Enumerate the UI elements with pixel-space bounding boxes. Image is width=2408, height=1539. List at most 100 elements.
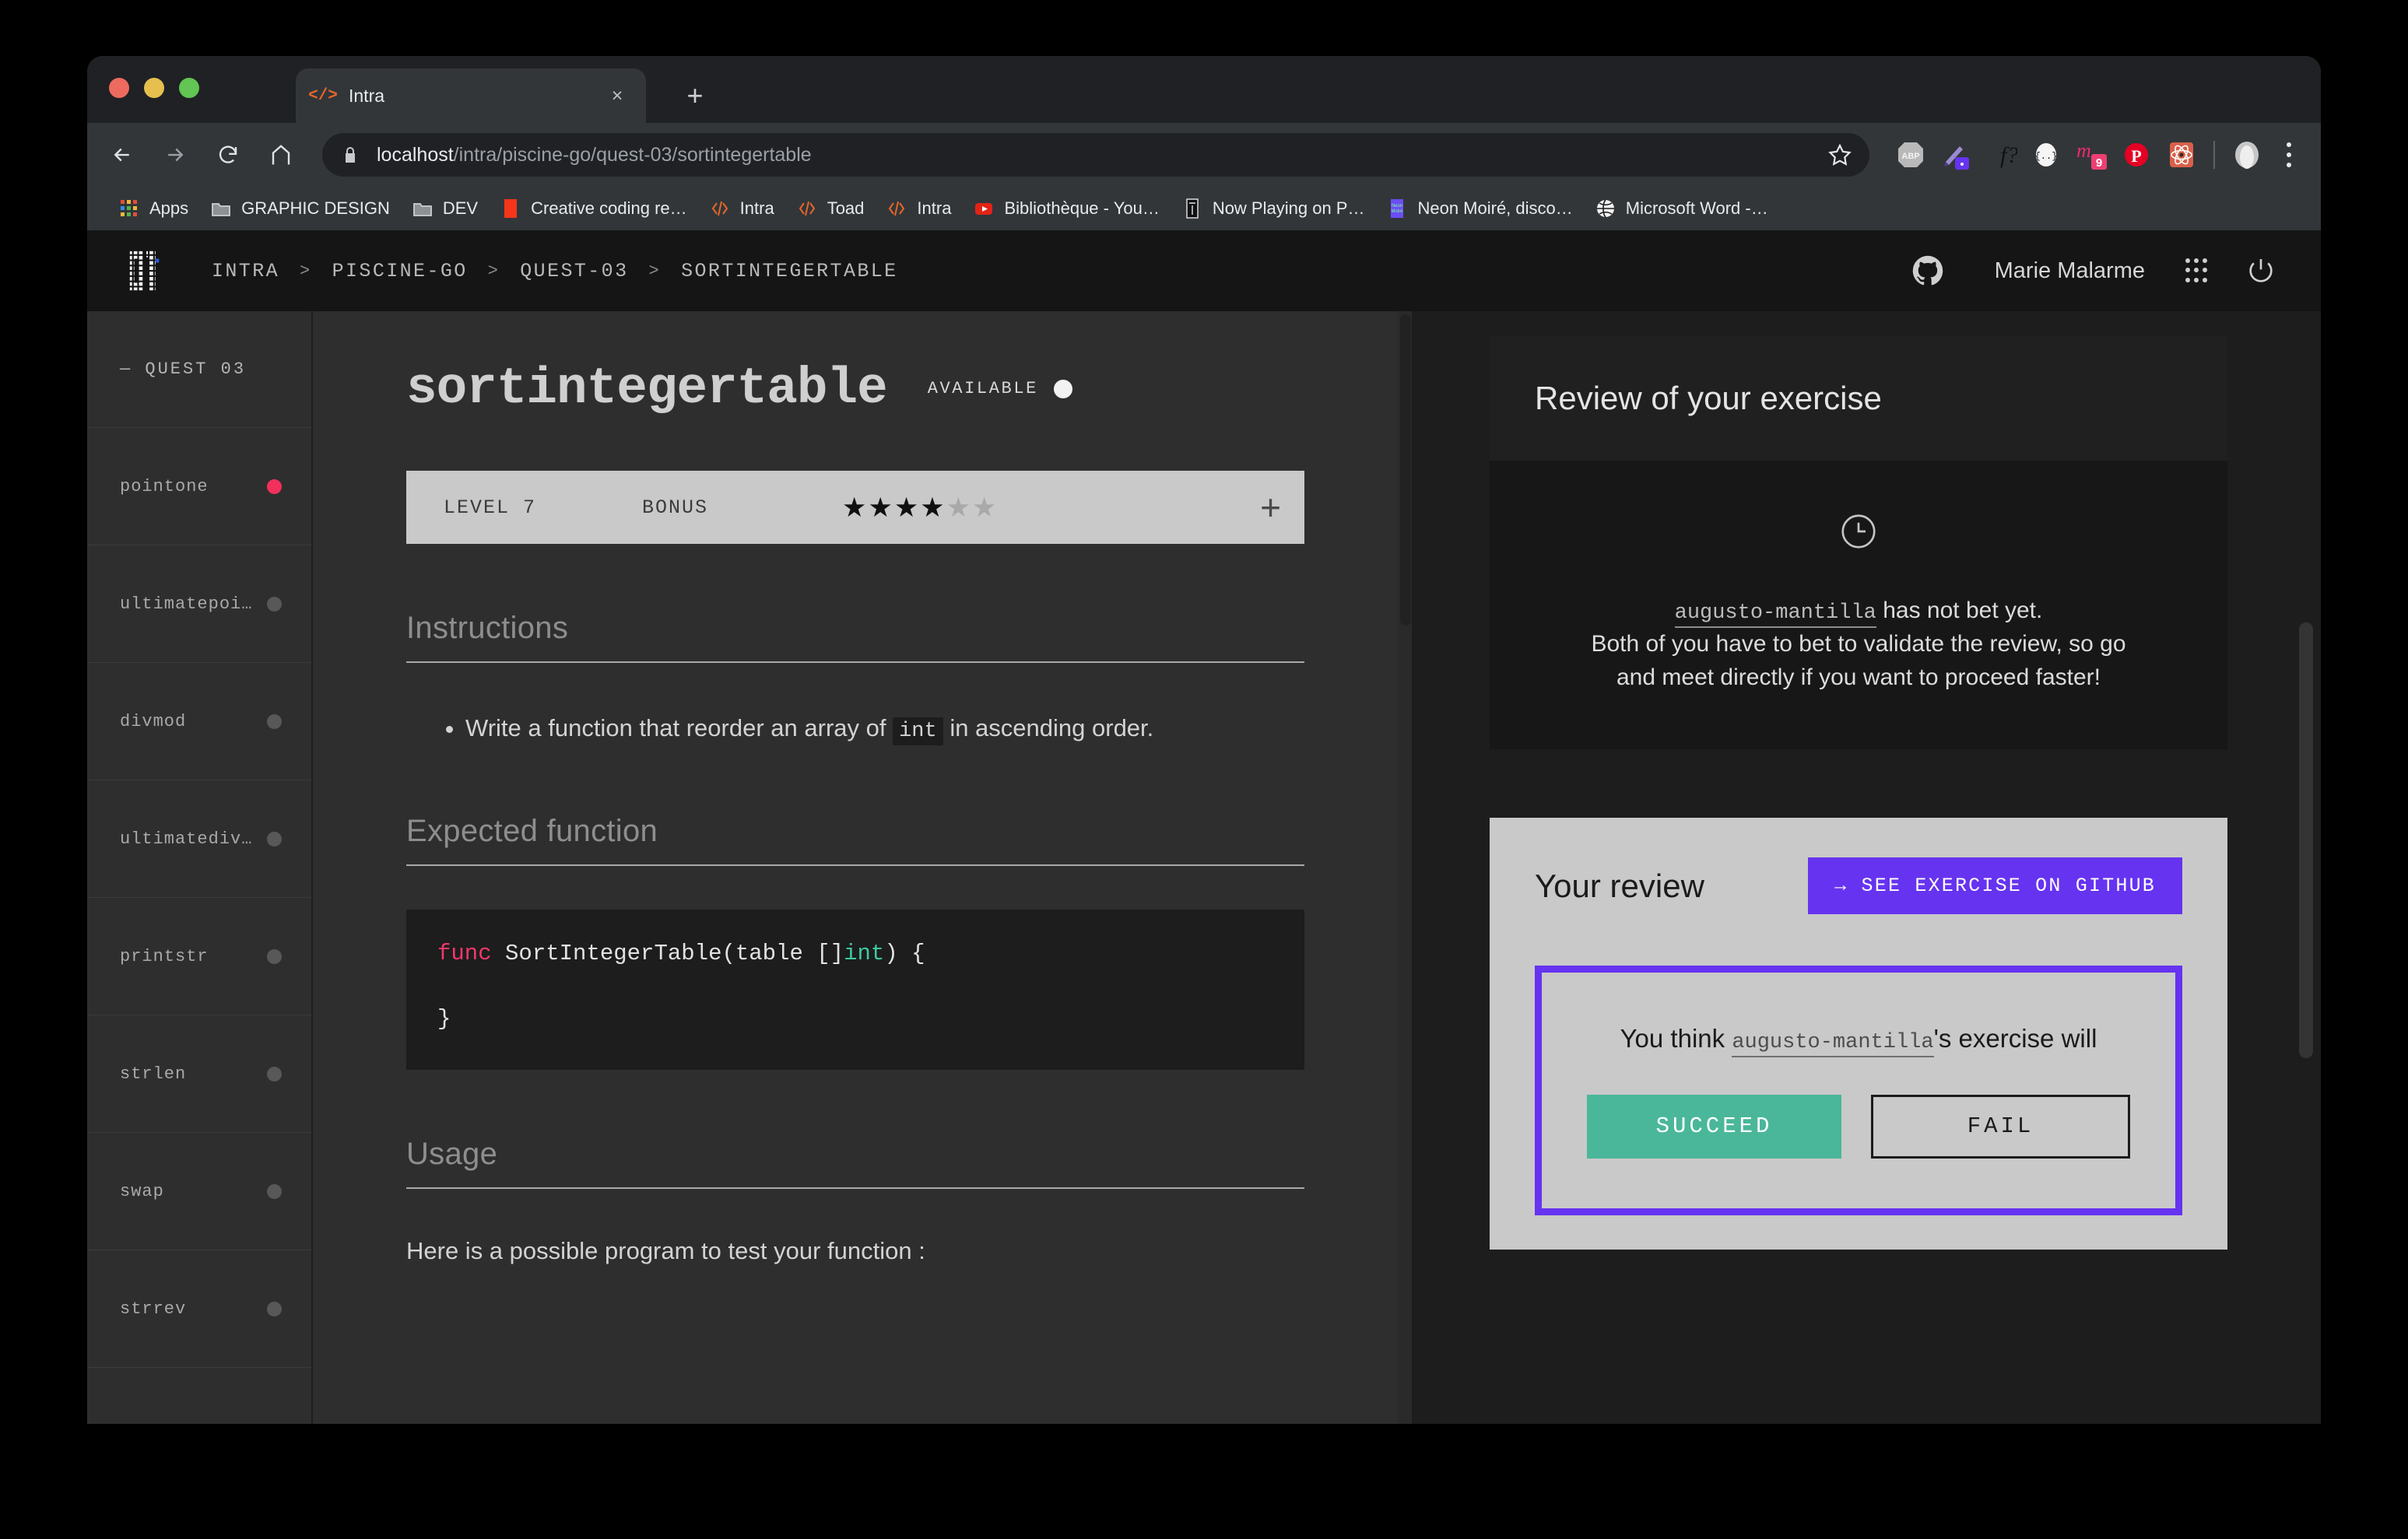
extension-toolbar: ABP f? {..} m9 P bbox=[1888, 132, 2321, 177]
sidebar-item-strlen[interactable]: strlen bbox=[87, 1015, 311, 1133]
bookmark-label: GRAPHIC DESIGN bbox=[241, 198, 390, 218]
json-viewer-icon[interactable]: {..} bbox=[2024, 132, 2069, 177]
code-block: func SortIntegerTable(table []int) { } bbox=[406, 909, 1304, 1070]
forward-icon[interactable] bbox=[157, 137, 193, 173]
address-bar[interactable]: localhost/intra/piscine-go/quest-03/sort… bbox=[322, 133, 1869, 177]
home-icon[interactable] bbox=[263, 137, 299, 173]
main-content: sortintegertable AVAILABLE LEVEL 7 BONUS… bbox=[314, 311, 1398, 1424]
breadcrumb-item-piscine-go[interactable]: PISCINE-GO bbox=[332, 260, 468, 282]
bookmark-apps[interactable]: Apps bbox=[107, 191, 199, 226]
code-brackets-icon bbox=[886, 198, 907, 219]
bookmark-label: Toad bbox=[827, 198, 865, 218]
sidebar-quest-label: — QUEST 03 bbox=[87, 311, 311, 428]
pinterest-icon[interactable]: P bbox=[2114, 132, 2159, 177]
browser-tab[interactable]: </> Intra × bbox=[296, 68, 646, 123]
github-icon[interactable] bbox=[1911, 254, 1945, 288]
page-title: sortintegertable bbox=[406, 359, 888, 418]
browser-menu-icon[interactable] bbox=[2269, 132, 2308, 177]
toolbar-divider bbox=[2213, 141, 2215, 169]
sidebar-item-strrev[interactable]: strrev bbox=[87, 1250, 311, 1368]
bookmark-intra-2[interactable]: Intra bbox=[875, 191, 962, 226]
bookmark-microsoft-word[interactable]: Microsoft Word -… bbox=[1584, 191, 1779, 226]
avatar[interactable] bbox=[2224, 132, 2269, 177]
bookmark-label: DEV bbox=[442, 198, 479, 218]
bookmark-dev[interactable]: DEV bbox=[401, 191, 489, 226]
01-pixel-logo-icon[interactable] bbox=[128, 248, 168, 293]
sidebar-item-label: divmod bbox=[120, 711, 187, 731]
close-icon[interactable]: × bbox=[604, 82, 630, 109]
reload-icon[interactable] bbox=[210, 137, 246, 173]
peer-username[interactable]: augusto-mantilla bbox=[1674, 601, 1876, 628]
bookmark-graphic-design[interactable]: GRAPHIC DESIGN bbox=[199, 191, 401, 226]
sidebar-item-ultimatedivmod[interactable]: ultimatediv… bbox=[87, 780, 311, 898]
bookmark-label: Creative coding re… bbox=[531, 198, 687, 218]
breadcrumb-item-sortintegertable[interactable]: SORTINTEGERTABLE bbox=[681, 260, 897, 282]
bookmark-creative-coding[interactable]: Creative coding re… bbox=[489, 191, 698, 226]
review-card-header: Review of your exercise bbox=[1490, 336, 2227, 461]
code-close-brace: } bbox=[437, 1005, 451, 1032]
instruction-text-pre: Write a function that reorder an array o… bbox=[465, 714, 893, 741]
bookmark-star-icon[interactable] bbox=[1821, 136, 1859, 174]
code-brackets-icon bbox=[709, 198, 731, 219]
react-devtools-icon[interactable] bbox=[2159, 132, 2204, 177]
sidebar-item-divmod[interactable]: divmod bbox=[87, 663, 311, 780]
bookmark-toad[interactable]: Toad bbox=[785, 191, 876, 226]
expand-button[interactable]: + bbox=[1260, 489, 1281, 525]
svg-text:m: m bbox=[2076, 139, 2091, 162]
new-tab-button[interactable]: + bbox=[679, 79, 711, 112]
sidebar-item-swap[interactable]: swap bbox=[87, 1133, 311, 1250]
back-icon[interactable] bbox=[104, 137, 140, 173]
minimize-window-button[interactable] bbox=[144, 78, 164, 98]
page-scrollbar-thumb[interactable] bbox=[2299, 622, 2313, 1058]
code-brackets-icon bbox=[796, 198, 818, 219]
eyedropper-icon[interactable] bbox=[1933, 132, 1978, 177]
review-message-line1: has not bet yet. bbox=[1876, 598, 2043, 623]
power-icon[interactable] bbox=[2245, 254, 2277, 287]
peer-username[interactable]: augusto-mantilla bbox=[1732, 1030, 1934, 1057]
exercise-meta-bar[interactable]: LEVEL 7 BONUS ★ ★ ★ ★ ★ ★ + bbox=[406, 471, 1304, 544]
section-heading: Usage bbox=[406, 1136, 498, 1171]
status-dot bbox=[267, 596, 282, 612]
star-icon: ★ bbox=[842, 492, 867, 523]
momentum-icon[interactable]: m9 bbox=[2069, 132, 2114, 177]
user-name[interactable]: Marie Malarme bbox=[1995, 258, 2145, 284]
sidebar: — QUEST 03 pointone ultimatepoi… divmod … bbox=[87, 311, 313, 1424]
divider bbox=[406, 1187, 1304, 1189]
review-message-line3: and meet directly if you want to proceed… bbox=[1616, 664, 2101, 690]
globe-icon bbox=[1595, 198, 1616, 219]
bookmark-now-playing[interactable]: Now Playing on P… bbox=[1171, 191, 1376, 226]
app-grid-icon[interactable] bbox=[2179, 254, 2213, 288]
status-dot bbox=[267, 948, 282, 964]
expected-function-section: Expected function func SortIntegerTable(… bbox=[406, 814, 1304, 1070]
browser-toolbar: localhost/intra/piscine-go/quest-03/sort… bbox=[87, 123, 2321, 187]
bookmark-label: Intra bbox=[917, 198, 952, 218]
bet-succeed-button[interactable]: SUCCEED bbox=[1587, 1094, 1841, 1159]
breadcrumb-item-quest-03[interactable]: QUEST-03 bbox=[520, 260, 628, 282]
apps-grid-icon bbox=[118, 198, 140, 219]
bookmark-label: Bibliothèque - You… bbox=[1004, 198, 1160, 218]
sidebar-item-ultimatepointone[interactable]: ultimatepoi… bbox=[87, 545, 311, 663]
bookmark-intra-1[interactable]: Intra bbox=[698, 191, 785, 226]
see-exercise-on-github-button[interactable]: → SEE EXERCISE ON GITHUB bbox=[1808, 857, 2182, 915]
sidebar-item-pointone[interactable]: pointone bbox=[87, 428, 311, 545]
svg-text:9: 9 bbox=[2096, 156, 2102, 170]
fontface-ninja-icon[interactable]: f? bbox=[1978, 132, 2024, 177]
folder-icon bbox=[210, 198, 232, 219]
bookmark-neon-moire[interactable]: Neon Moiré Neon Moiré, disco… bbox=[1375, 191, 1583, 226]
breadcrumb-item-intra[interactable]: INTRA bbox=[212, 260, 279, 282]
star-icon-empty: ★ bbox=[946, 492, 971, 523]
code-type: int bbox=[844, 940, 885, 966]
maximize-window-button[interactable] bbox=[179, 78, 199, 98]
close-window-button[interactable] bbox=[109, 78, 129, 98]
bet-fail-button[interactable]: FAIL bbox=[1871, 1094, 2130, 1159]
url-host: localhost bbox=[377, 143, 454, 166]
review-message-line2: Both of you have to bet to validate the … bbox=[1591, 631, 2126, 657]
status-badge-label: AVAILABLE bbox=[927, 379, 1038, 398]
main-scrollbar-thumb[interactable] bbox=[1400, 314, 1411, 626]
bookmark-bibliotheque-youtube[interactable]: Bibliothèque - You… bbox=[962, 191, 1170, 226]
sidebar-item-printstr[interactable]: printstr bbox=[87, 898, 311, 1015]
bookmarks-bar: Apps GRAPHIC DESIGN DEV Creative coding … bbox=[87, 187, 2321, 230]
star-icon: ★ bbox=[868, 492, 893, 523]
list-item: Write a function that reorder an array o… bbox=[465, 711, 1304, 747]
adblock-plus-icon[interactable]: ABP bbox=[1888, 132, 1933, 177]
